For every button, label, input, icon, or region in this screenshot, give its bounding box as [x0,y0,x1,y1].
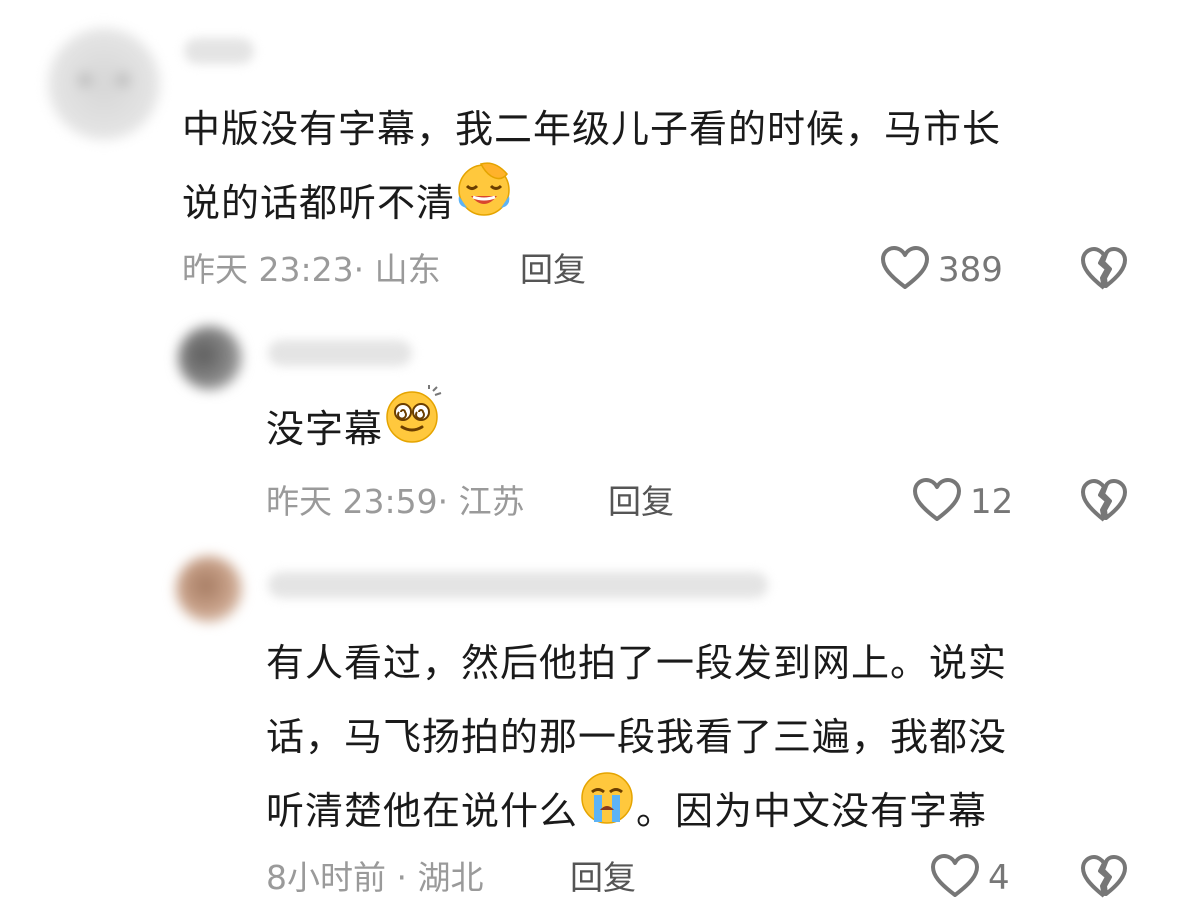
comment-text: 没字幕 [266,384,443,469]
facepalm-laughing-emoji [455,160,513,242]
dizzy-smile-emoji [383,384,443,469]
crying-emoji [578,768,636,850]
like-count: 12 [970,482,1014,522]
reply-button[interactable]: 回复 [570,856,636,900]
comment-line-with-emoji: 没字幕 [266,384,443,469]
comment-line: 中版没有字幕，我二年级儿子看的时候，马市长 [182,107,1002,151]
comment-line: 话，马飞扬拍的那一段我看了三遍，我都没 [266,715,1008,759]
like-button[interactable]: 4 [930,854,1010,902]
username-blurred[interactable] [268,572,768,598]
comment-line-with-emoji: 听清楚他在说什么 。因为中文没有字幕 [266,771,1007,850]
comment-line-with-emoji: 说的话都听不清 [182,161,1001,242]
heart-outline-icon [912,477,962,527]
comment-text: 中版没有字幕，我二年级儿子看的时候，马市长 说的话都听不清 [182,92,1001,242]
broken-heart-icon [1080,479,1128,528]
reply-button[interactable]: 回复 [608,480,674,524]
like-button[interactable]: 389 [880,246,1003,294]
avatar[interactable] [178,326,242,390]
dislike-button[interactable] [1080,478,1128,526]
heart-outline-icon [930,853,980,903]
comment-line: 有人看过，然后他拍了一段发到网上。说实 [266,641,1008,685]
like-count: 389 [938,250,1003,290]
like-button[interactable]: 12 [912,478,1013,526]
comment-thread: 中版没有字幕，我二年级儿子看的时候，马市长 说的话都听不清 昨天 23:23· … [0,0,1179,921]
avatar[interactable] [48,28,160,140]
username-blurred[interactable] [184,38,254,64]
avatar[interactable] [176,556,242,622]
reply-button[interactable]: 回复 [520,248,586,292]
broken-heart-icon [1080,855,1128,904]
like-count: 4 [988,858,1010,898]
comment-meta: 8小时前 · 湖北 [266,858,484,897]
dislike-button[interactable] [1080,854,1128,902]
broken-heart-icon [1080,247,1128,296]
comment-meta: 昨天 23:23· 山东 [182,250,441,289]
comment-meta: 昨天 23:59· 江苏 [266,482,525,521]
comment-text: 有人看过，然后他拍了一段发到网上。说实 话，马飞扬拍的那一段我看了三遍，我都没 … [266,626,1007,850]
username-blurred[interactable] [268,340,412,366]
dislike-button[interactable] [1080,246,1128,294]
heart-outline-icon [880,245,930,295]
